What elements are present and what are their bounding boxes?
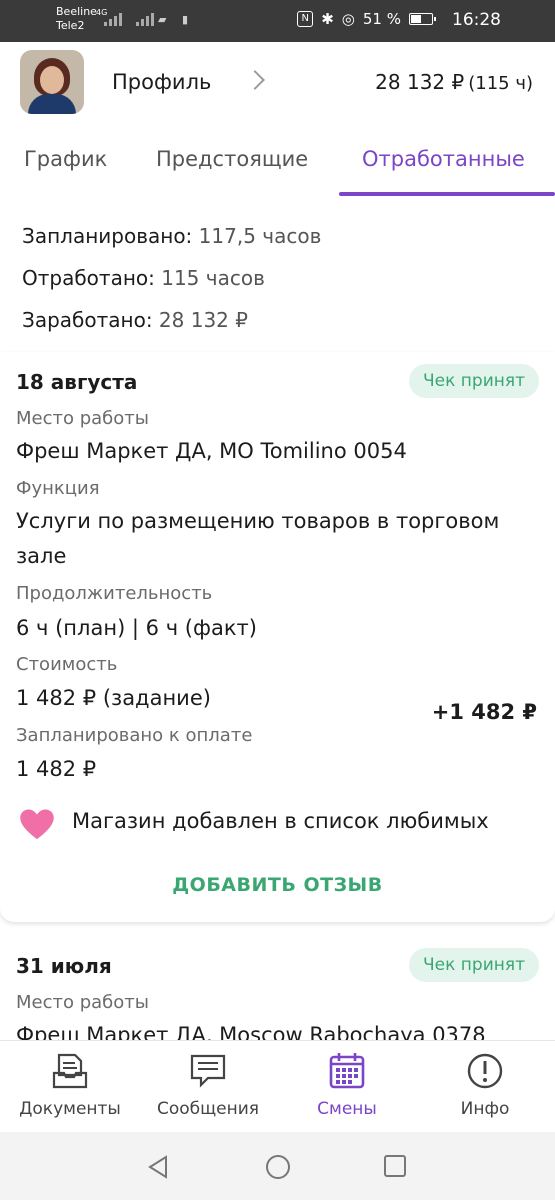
tab-worked[interactable]: Отработанные — [362, 147, 525, 171]
nav-shifts-label: Смены — [317, 1099, 377, 1119]
summary-worked-value: 115 часов — [161, 266, 265, 290]
earnings-amount: 28 132 ₽ — [375, 70, 465, 94]
nav-info[interactable]: Инфо — [415, 1051, 555, 1119]
shift-card[interactable]: 31 июля Чек принят Место работы Фреш Мар… — [0, 938, 555, 1048]
home-icon[interactable] — [265, 1154, 291, 1180]
summary-planned-value: 117,5 часов — [198, 224, 322, 248]
nav-messages[interactable]: Сообщения — [138, 1051, 278, 1119]
chevron-right-icon[interactable] — [245, 70, 265, 90]
documents-icon — [52, 1053, 88, 1089]
truck-icon: ▰ — [158, 13, 167, 26]
summary-planned: Запланировано: 117,5 часов — [22, 222, 321, 264]
profile-link[interactable]: Профиль — [112, 70, 211, 94]
function-value-line1: Услуги по размещению товаров в торговом — [16, 509, 500, 533]
location-icon: ◎ — [341, 10, 355, 28]
bottom-navigation: Документы Сообщения Смены Инфо — [0, 1040, 555, 1132]
tab-bar: График Предстоящие Отработанные — [0, 122, 555, 196]
nfc-icon: N — [297, 11, 314, 27]
cost-value: 1 482 ₽ (задание) — [16, 686, 211, 710]
payout-value: 1 482 ₽ — [16, 757, 97, 781]
workplace-value: Фреш Маркет ДА, МО Tomilino 0054 — [16, 439, 407, 463]
function-value-line2: зале — [16, 544, 67, 568]
tab-schedule[interactable]: График — [24, 147, 107, 171]
carrier-2: Tele2 — [56, 19, 85, 32]
workplace-label: Место работы — [16, 992, 149, 1013]
shift-amount: +1 482 ₽ — [431, 700, 537, 724]
shift-date: 31 июля — [16, 954, 112, 978]
status-badge: Чек принят — [409, 948, 539, 982]
battery-icon — [409, 13, 436, 25]
storage-icon: ▮ — [182, 13, 189, 26]
bluetooth-icon: ✱ — [321, 10, 334, 28]
carrier-names: Beeline Tele2 — [56, 5, 97, 33]
duration-value: 6 ч (план) | 6 ч (факт) — [16, 616, 257, 640]
recents-icon[interactable] — [383, 1154, 407, 1178]
summary: Запланировано: 117,5 часов Отработано: 1… — [22, 222, 321, 348]
nav-documents[interactable]: Документы — [0, 1051, 140, 1119]
status-bar: Beeline Tele2 4G ▰ ▮ N ✱ ◎ 51 % 16:28 — [0, 0, 555, 42]
status-badge: Чек принят — [409, 364, 539, 398]
heart-icon[interactable] — [18, 808, 56, 840]
nav-shifts[interactable]: Смены — [277, 1051, 417, 1119]
summary-worked: Отработано: 115 часов — [22, 264, 321, 306]
carrier-1: Beeline — [56, 5, 97, 18]
function-label: Функция — [16, 478, 100, 499]
calendar-icon — [329, 1053, 365, 1089]
signal-icon — [104, 12, 122, 26]
clock: 16:28 — [452, 10, 501, 30]
duration-label: Продолжительность — [16, 583, 213, 604]
workplace-label: Место работы — [16, 408, 149, 429]
earnings-hours: (115 ч) — [468, 73, 533, 94]
summary-worked-label: Отработано: — [22, 266, 155, 290]
active-tab-indicator — [339, 192, 555, 196]
shift-card[interactable]: 18 августа Чек принят Место работы Фреш … — [0, 352, 555, 922]
battery-percent: 51 % — [362, 10, 401, 28]
shift-date: 18 августа — [16, 370, 138, 394]
cost-label: Стоимость — [16, 654, 118, 675]
nav-info-label: Инфо — [460, 1099, 510, 1119]
nav-documents-label: Документы — [19, 1099, 121, 1119]
favorite-store-text: Магазин добавлен в список любимых — [72, 809, 489, 833]
back-icon[interactable] — [146, 1154, 170, 1180]
summary-planned-label: Запланировано: — [22, 224, 193, 248]
summary-earned-label: Заработано: — [22, 308, 153, 332]
profile-header: Профиль 28 132 ₽ (115 ч) — [0, 42, 555, 122]
summary-earned: Заработано: 28 132 ₽ — [22, 306, 321, 348]
nav-messages-label: Сообщения — [156, 1099, 260, 1119]
earnings-summary: 28 132 ₽ (115 ч) — [375, 70, 533, 94]
system-navigation-bar — [0, 1132, 555, 1200]
add-review-button[interactable]: ДОБАВИТЬ ОТЗЫВ — [0, 874, 555, 896]
payout-label: Запланировано к оплате — [16, 725, 253, 746]
signal-icon-2 — [136, 12, 154, 26]
avatar[interactable] — [20, 50, 84, 114]
messages-icon — [190, 1054, 226, 1088]
summary-earned-value: 28 132 ₽ — [158, 308, 248, 332]
info-icon — [467, 1053, 503, 1089]
tab-upcoming[interactable]: Предстоящие — [156, 147, 308, 171]
